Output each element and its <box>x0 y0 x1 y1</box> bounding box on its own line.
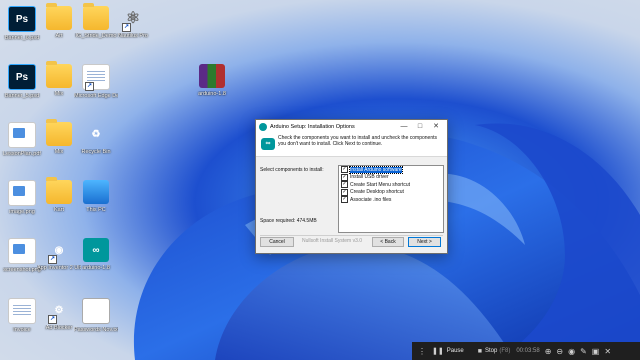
atom-app-icon: ⚛ ↗ <box>122 10 141 32</box>
stop-label: Stop <box>484 348 498 354</box>
webcam-icon[interactable]: ◉ <box>568 347 575 356</box>
component-label: Create Start Menu shortcut <box>350 181 411 188</box>
component-label: Create Desktop shortcut <box>350 189 404 196</box>
camera-icon[interactable]: ▣ <box>592 347 600 356</box>
shortcut-arrow-icon: ↗ <box>48 255 57 264</box>
pause-icon: ❚❚ <box>432 348 444 355</box>
arduino-logo-icon: ∞ <box>261 138 275 150</box>
document-icon <box>8 298 36 324</box>
stop-shortcut: (F8) <box>499 348 511 354</box>
desktop-icon-label: Passwords Nov.txt <box>74 327 118 333</box>
photoshop-file-icon: Ps <box>8 64 36 90</box>
checkbox-checked-icon[interactable]: ✓ <box>341 166 348 174</box>
text-file-icon: txt <box>82 298 110 324</box>
shortcut-arrow-icon: ↗ <box>85 82 94 91</box>
window-title: Arduino Setup: Installation Options <box>270 123 355 130</box>
desktop-icon-arduino-zip[interactable]: arduino-1.8 <box>190 64 234 98</box>
component-label: Install USB driver <box>350 174 389 181</box>
component-desktop-shortcut[interactable]: ✓ Create Desktop shortcut <box>339 188 443 197</box>
folder-icon <box>46 3 72 30</box>
desktop-icon-this-pc[interactable]: This PC <box>74 180 118 214</box>
drag-handle-icon[interactable]: ⋮ <box>418 347 426 356</box>
space-required-label: Space required: 474.5MB <box>260 218 317 224</box>
back-button[interactable]: < Back <box>372 237 404 247</box>
desktop-icon-arduino[interactable]: ∞ arduino-1.8 <box>74 238 118 272</box>
installer-titlebar: Arduino Setup: Installation Options — □ … <box>256 120 447 133</box>
arduino-icon: ∞ <box>83 238 109 262</box>
elapsed-time: 00:03:58 <box>516 348 540 354</box>
shortcut-arrow-icon: ↗ <box>122 23 131 32</box>
image-file-icon <box>8 122 36 148</box>
desktop-icon-passwords[interactable]: txt Passwords Nov.txt <box>74 298 118 334</box>
folder-icon <box>46 177 72 204</box>
pen-icon[interactable]: ✎ <box>580 347 587 356</box>
desktop-icon-label: Recycle Bin <box>81 149 111 155</box>
pause-label: Pause <box>446 348 464 354</box>
stop-button[interactable]: ■ Stop (F8) <box>478 348 511 355</box>
folder-icon <box>46 61 72 88</box>
shortcut-arrow-icon: ↗ <box>48 315 57 324</box>
desktop-icon-label: arduino-1.8 <box>82 265 110 271</box>
recycle-bin-icon: ♻ <box>91 128 101 140</box>
gear-icon: ⚙ ↗ <box>48 304 64 324</box>
stop-icon: ■ <box>477 347 482 355</box>
installer-header: ∞ Check the components you want to insta… <box>256 133 447 157</box>
desktop-icon-nautilus[interactable]: ⚛ ↗ Nautilus Pro <box>111 6 155 40</box>
component-label: Install Arduino software <box>349 165 403 174</box>
folder-icon <box>46 119 72 146</box>
image-file-icon <box>8 180 36 206</box>
cancel-button[interactable]: Cancel <box>260 237 294 247</box>
photoshop-file-icon: Ps <box>8 6 36 32</box>
footer-divider <box>260 235 443 236</box>
desktop-icon-label: This PC <box>86 207 106 213</box>
desktop-icon-label: Nautilus Pro <box>118 33 148 39</box>
header-instructions: Check the components you want to install… <box>278 135 437 147</box>
pause-button[interactable]: ❚❚ Pause <box>432 347 464 355</box>
arduino-icon <box>259 122 267 131</box>
desktop-icon-edge-dev[interactable]: ↗ Microsoft Edge Dev <box>74 64 118 100</box>
component-usb-driver[interactable]: ✓ Install USB driver <box>339 173 443 182</box>
document-icon: ↗ <box>82 64 110 91</box>
component-start-menu[interactable]: ✓ Create Start Menu shortcut <box>339 181 443 189</box>
component-associate-ino[interactable]: ✓ Associate .ino files <box>339 196 443 204</box>
winrar-archive-icon <box>199 64 225 88</box>
checkbox-checked-icon[interactable]: ✓ <box>341 173 348 181</box>
android-icon: ◉ ↗ <box>48 244 64 264</box>
desktop-icon-label: Microsoft Edge Dev <box>74 93 118 99</box>
folder-icon <box>83 3 109 30</box>
checkbox-checked-icon[interactable]: ✓ <box>341 188 348 196</box>
zoom-out-icon[interactable]: ⊖ <box>556 347 563 356</box>
maximize-button[interactable]: □ <box>414 122 426 131</box>
desktop-icon-recycle-bin[interactable]: ♻ Recycle Bin <box>74 122 118 156</box>
component-install-software[interactable]: ✓ Install Arduino software <box>339 165 443 174</box>
checkbox-checked-icon[interactable]: ✓ <box>341 181 348 189</box>
close-icon[interactable]: ✕ <box>604 347 611 356</box>
checkbox-checked-icon[interactable]: ✓ <box>341 196 348 204</box>
component-label: Associate .ino files <box>350 196 392 203</box>
select-components-label: Select components to install: <box>260 167 324 173</box>
monitor-icon <box>83 180 109 204</box>
desktop-icon-label: arduino-1.8 <box>198 91 226 97</box>
next-button[interactable]: Next > <box>408 237 441 247</box>
nullsoft-branding: Nullsoft Install System v3.0 <box>302 238 363 244</box>
close-button[interactable]: ✕ <box>430 122 442 131</box>
component-list[interactable]: ✓ Install Arduino software ✓ Install USB… <box>338 165 444 233</box>
installer-window: Arduino Setup: Installation Options — □ … <box>255 119 448 254</box>
minimize-button[interactable]: — <box>398 122 410 131</box>
zoom-in-icon[interactable]: ⊕ <box>545 347 552 356</box>
image-file-icon <box>8 238 36 264</box>
recorder-toolbar: ⋮ ❚❚ Pause ■ Stop (F8) 00:03:58 ⊕ ⊖ ◉ ✎ … <box>412 342 640 360</box>
